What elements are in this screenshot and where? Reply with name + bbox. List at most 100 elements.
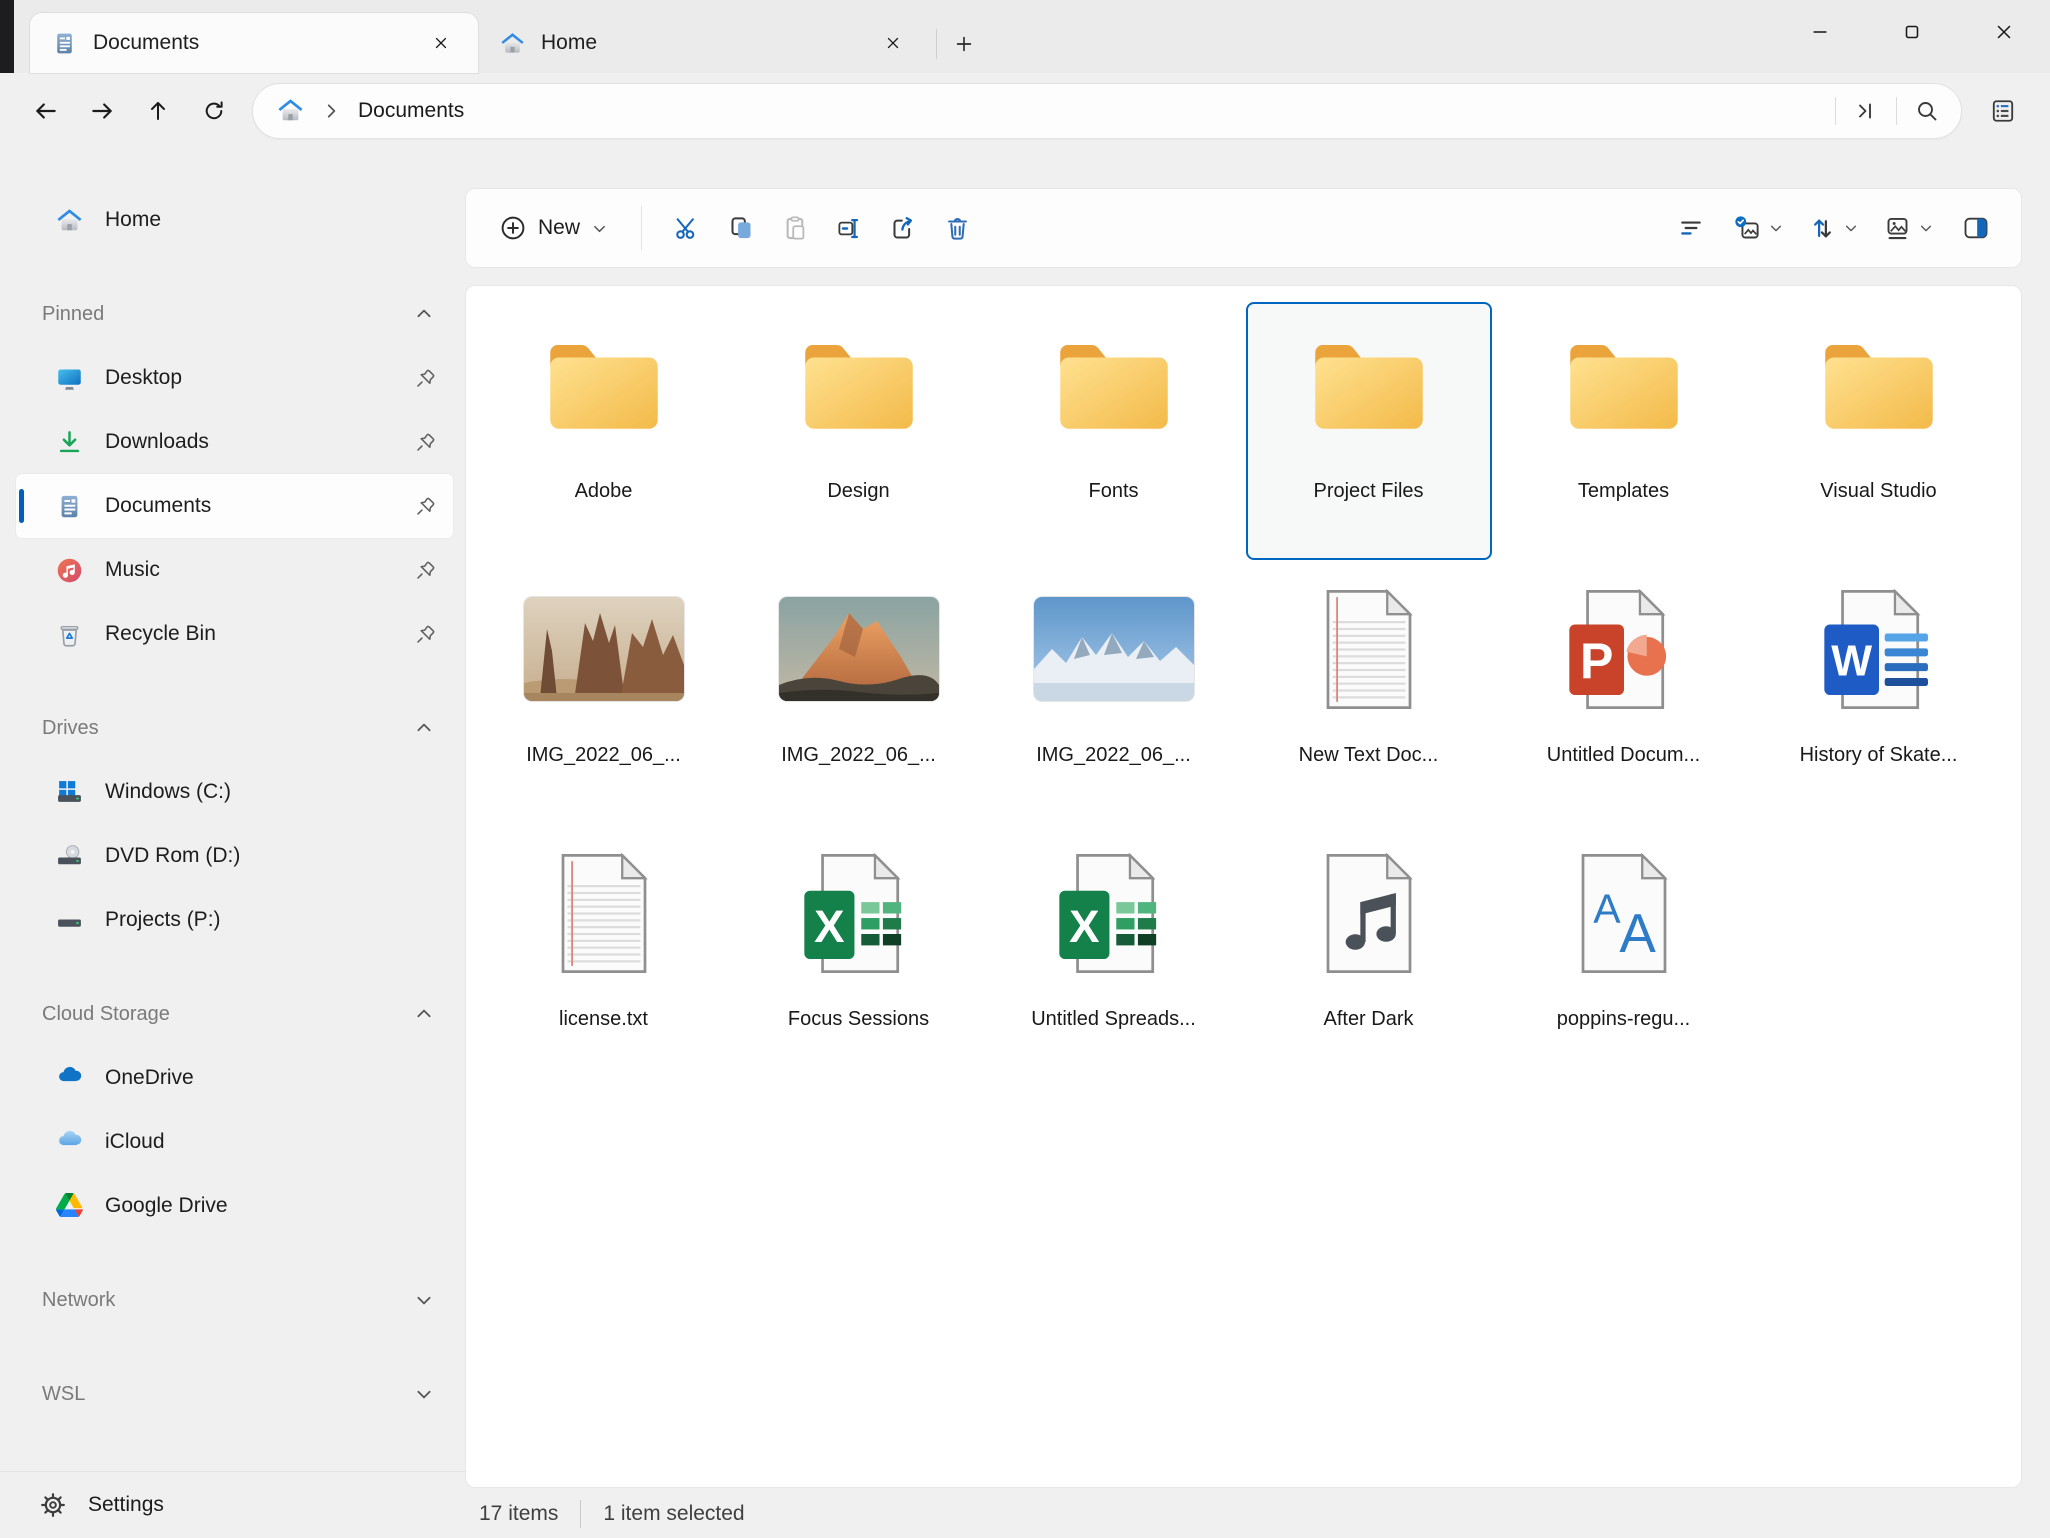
close-button[interactable] bbox=[1958, 0, 2050, 64]
rename-button[interactable] bbox=[822, 201, 876, 255]
minimize-button[interactable] bbox=[1774, 0, 1866, 64]
address-bar[interactable]: Documents bbox=[252, 83, 1962, 139]
sidebar-item-icloud[interactable]: iCloud bbox=[16, 1110, 453, 1174]
file-name: Visual Studio bbox=[1820, 480, 1936, 503]
delete-button[interactable] bbox=[930, 201, 984, 255]
sidebar-item-label: Downloads bbox=[105, 430, 209, 454]
file-item-templates[interactable]: Templates bbox=[1501, 302, 1747, 560]
sidebar-item-desktop[interactable]: Desktop bbox=[16, 346, 453, 410]
tab-strip: Documents Home bbox=[30, 0, 985, 73]
close-tab-icon[interactable] bbox=[424, 26, 458, 60]
tab-label: Documents bbox=[93, 31, 424, 55]
file-name: Untitled Spreads... bbox=[1031, 1008, 1196, 1031]
file-item-license-txt[interactable]: license.txt bbox=[481, 830, 727, 1088]
file-name: Project Files bbox=[1313, 480, 1423, 503]
chevron-up-icon[interactable] bbox=[415, 1005, 433, 1023]
copy-button[interactable] bbox=[714, 201, 768, 255]
up-button[interactable] bbox=[130, 87, 186, 135]
folder-icon bbox=[738, 304, 980, 466]
sidebar-item-label: Music bbox=[105, 558, 160, 582]
file-item-project-files[interactable]: Project Files bbox=[1246, 302, 1492, 560]
sidebar-item-music[interactable]: Music bbox=[16, 538, 453, 602]
close-tab-icon[interactable] bbox=[876, 26, 910, 60]
icloud-icon bbox=[56, 1129, 83, 1156]
tab-documents[interactable]: Documents bbox=[30, 13, 478, 73]
file-name: Fonts bbox=[1088, 480, 1138, 503]
sidebar-section-pinned[interactable]: Pinned bbox=[16, 282, 453, 346]
sidebar-item-home[interactable]: Home bbox=[16, 188, 453, 252]
new-button[interactable]: New bbox=[484, 201, 623, 255]
file-name: poppins-regu... bbox=[1557, 1008, 1690, 1031]
sidebar-section-wsl[interactable]: WSL bbox=[16, 1362, 453, 1426]
go-to-button[interactable] bbox=[1842, 89, 1890, 133]
sidebar-item-windows-c[interactable]: Windows (C:) bbox=[16, 760, 453, 824]
onedrive-icon bbox=[56, 1065, 83, 1092]
file-name: History of Skate... bbox=[1800, 744, 1958, 767]
file-item-design[interactable]: Design bbox=[736, 302, 982, 560]
sidebar-item-label: Desktop bbox=[105, 366, 182, 390]
sidebar-item-onedrive[interactable]: OneDrive bbox=[16, 1046, 453, 1110]
divider bbox=[641, 206, 642, 250]
sidebar-item-label: Google Drive bbox=[105, 1194, 228, 1218]
sidebar-item-label: Documents bbox=[105, 494, 211, 518]
sidebar-item-recycle-bin[interactable]: Recycle Bin bbox=[16, 602, 453, 666]
file-item-new-text-document[interactable]: New Text Doc... bbox=[1246, 566, 1492, 824]
sidebar-item-dvd-rom-d[interactable]: DVD Rom (D:) bbox=[16, 824, 453, 888]
share-button[interactable] bbox=[876, 201, 930, 255]
details-pane-toggle[interactable] bbox=[1949, 201, 2003, 255]
sidebar-item-projects-p[interactable]: Projects (P:) bbox=[16, 888, 453, 952]
file-item-adobe[interactable]: Adobe bbox=[481, 302, 727, 560]
file-item-untitled-document[interactable]: Untitled Docum... bbox=[1501, 566, 1747, 824]
tab-home[interactable]: Home bbox=[478, 13, 930, 73]
view-button[interactable] bbox=[1874, 201, 1943, 255]
sidebar-section-network[interactable]: Network bbox=[16, 1268, 453, 1332]
sidebar-item-label: Projects (P:) bbox=[105, 908, 221, 932]
sidebar-item-downloads[interactable]: Downloads bbox=[16, 410, 453, 474]
powerpoint-icon bbox=[1503, 568, 1745, 730]
file-item-image-3[interactable]: IMG_2022_06_... bbox=[991, 566, 1237, 824]
pin-icon bbox=[416, 497, 435, 516]
sort-button[interactable] bbox=[1799, 201, 1868, 255]
sidebar-section-cloud-storage[interactable]: Cloud Storage bbox=[16, 982, 453, 1046]
file-item-poppins-regular[interactable]: poppins-regu... bbox=[1501, 830, 1747, 1088]
downloads-icon bbox=[56, 429, 83, 456]
back-button[interactable] bbox=[18, 87, 74, 135]
file-item-history-of-skate[interactable]: History of Skate... bbox=[1756, 566, 2002, 824]
file-item-image-1[interactable]: IMG_2022_06_... bbox=[481, 566, 727, 824]
file-item-image-2[interactable]: IMG_2022_06_... bbox=[736, 566, 982, 824]
breadcrumb-location[interactable]: Documents bbox=[358, 99, 1829, 123]
text-document-icon bbox=[1248, 568, 1490, 730]
section-label: WSL bbox=[42, 1383, 85, 1406]
file-item-untitled-spreadsheet[interactable]: Untitled Spreads... bbox=[991, 830, 1237, 1088]
title-bar: Documents Home bbox=[0, 0, 2050, 73]
chevron-down-icon[interactable] bbox=[415, 1291, 433, 1309]
filter-button[interactable] bbox=[1664, 201, 1718, 255]
select-view-button[interactable] bbox=[1724, 201, 1793, 255]
font-file-icon bbox=[1503, 832, 1745, 994]
forward-button[interactable] bbox=[74, 87, 130, 135]
section-label: Pinned bbox=[42, 303, 104, 326]
file-item-fonts[interactable]: Fonts bbox=[991, 302, 1237, 560]
sidebar-item-settings[interactable]: Settings bbox=[0, 1471, 465, 1538]
paste-button[interactable] bbox=[768, 201, 822, 255]
new-tab-button[interactable] bbox=[943, 23, 985, 65]
maximize-button[interactable] bbox=[1866, 0, 1958, 64]
breadcrumb-home-icon[interactable] bbox=[277, 97, 304, 124]
file-item-focus-sessions[interactable]: Focus Sessions bbox=[736, 830, 982, 1088]
sidebar-item-google-drive[interactable]: Google Drive bbox=[16, 1174, 453, 1238]
chevron-down-icon[interactable] bbox=[415, 1385, 433, 1403]
view-icon bbox=[1884, 215, 1911, 242]
sidebar-section-drives[interactable]: Drives bbox=[16, 696, 453, 760]
cut-button[interactable] bbox=[660, 201, 714, 255]
details-button[interactable] bbox=[1976, 87, 2030, 135]
image-thumbnail bbox=[993, 568, 1235, 730]
chevron-up-icon[interactable] bbox=[415, 719, 433, 737]
file-name: IMG_2022_06_... bbox=[781, 744, 936, 767]
chevron-up-icon[interactable] bbox=[415, 305, 433, 323]
file-item-visual-studio[interactable]: Visual Studio bbox=[1756, 302, 2002, 560]
sidebar-item-documents[interactable]: Documents bbox=[16, 474, 453, 538]
refresh-button[interactable] bbox=[186, 87, 242, 135]
file-item-after-dark[interactable]: After Dark bbox=[1246, 830, 1492, 1088]
command-bar-right bbox=[1664, 201, 2003, 255]
search-button[interactable] bbox=[1903, 89, 1951, 133]
